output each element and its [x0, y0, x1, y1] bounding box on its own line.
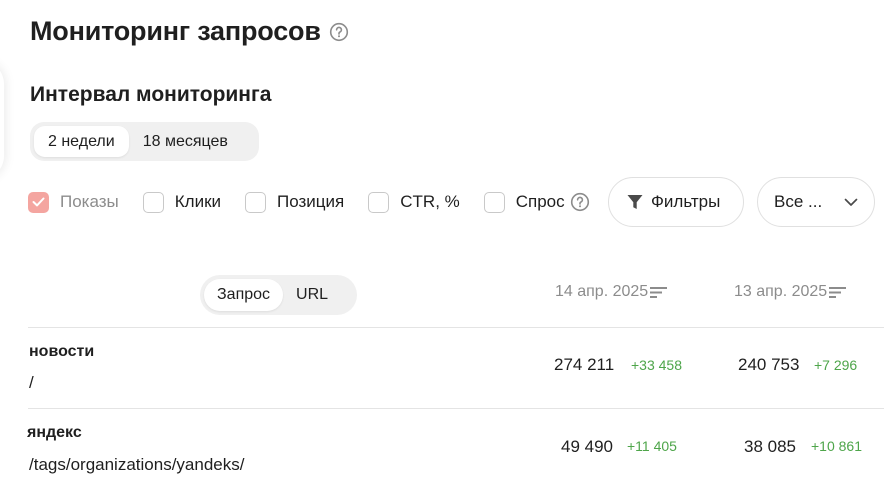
sort-icon — [649, 285, 669, 299]
view-toggle: Запрос URL — [200, 275, 357, 315]
question-circle-icon[interactable] — [570, 192, 590, 212]
row-delta: +33 458 — [631, 357, 682, 373]
metric-label: Позиция — [277, 192, 345, 211]
row-delta: +11 405 — [627, 438, 677, 454]
column-header-label: 13 апр. 2025 — [734, 283, 828, 300]
sort-icon — [828, 285, 848, 299]
page-title-text: Мониторинг запросов — [30, 16, 321, 46]
metric-label: Показы — [60, 192, 119, 211]
table-divider — [28, 327, 884, 328]
metric-label: CTR, % — [400, 192, 460, 211]
checkmark-icon — [32, 197, 45, 207]
row-value: 49 490 — [561, 437, 613, 456]
row-url[interactable]: / — [29, 373, 34, 393]
column-header-label: 14 апр. 2025 — [555, 283, 649, 300]
position-checkbox[interactable] — [245, 191, 267, 213]
row-delta: +7 296 — [814, 357, 858, 373]
metric-ctr[interactable]: CTR, % — [368, 191, 460, 213]
row-query[interactable]: яндекс — [27, 424, 82, 442]
metric-position[interactable]: Позиция — [245, 191, 345, 213]
funnel-icon — [626, 193, 644, 211]
view-option-url[interactable]: URL — [283, 279, 341, 311]
interval-option-18-months[interactable]: 18 месяцев — [129, 126, 242, 157]
row-url[interactable]: /tags/organizations/yandeks/ — [29, 455, 244, 475]
filters-label: Фильтры — [651, 192, 721, 211]
column-header-date-2[interactable]: 13 апр. 2025 — [734, 283, 848, 301]
metrics-checkbox-group: Показы Клики Позиция CTR, % Спрос — [28, 180, 590, 224]
page-title: Мониторинг запросов — [30, 16, 349, 47]
column-header-date-1[interactable]: 14 апр. 2025 — [555, 283, 669, 301]
metric-clicks[interactable]: Клики — [142, 191, 222, 213]
group-select-value: Все ... — [774, 192, 823, 211]
row-delta: +10 861 — [811, 438, 862, 454]
row-query[interactable]: новости — [29, 343, 94, 361]
row-value: 274 211 — [554, 355, 615, 374]
row-value: 38 085 — [744, 437, 796, 456]
ctr-checkbox[interactable] — [368, 191, 390, 213]
filters-button[interactable]: Фильтры — [608, 177, 744, 227]
chevron-down-icon — [844, 198, 858, 207]
impressions-checkbox[interactable] — [28, 191, 49, 213]
demand-checkbox[interactable] — [483, 191, 505, 213]
group-select[interactable]: Все ... — [757, 177, 875, 227]
metric-impressions[interactable]: Показы — [28, 191, 119, 213]
interval-switch: 2 недели 18 месяцев — [30, 122, 259, 161]
clicks-checkbox[interactable] — [142, 191, 164, 213]
metric-label: Клики — [174, 192, 222, 211]
metric-demand[interactable]: Спрос — [483, 191, 590, 213]
interval-option-2-weeks[interactable]: 2 недели — [34, 126, 129, 157]
question-circle-icon[interactable] — [329, 22, 349, 42]
row-value: 240 753 — [738, 355, 800, 374]
metric-label: Спрос — [515, 192, 565, 211]
interval-title: Интервал мониторинга — [30, 83, 272, 106]
view-option-query[interactable]: Запрос — [204, 279, 284, 311]
table-divider — [28, 408, 884, 409]
side-panel-edge — [0, 60, 4, 180]
